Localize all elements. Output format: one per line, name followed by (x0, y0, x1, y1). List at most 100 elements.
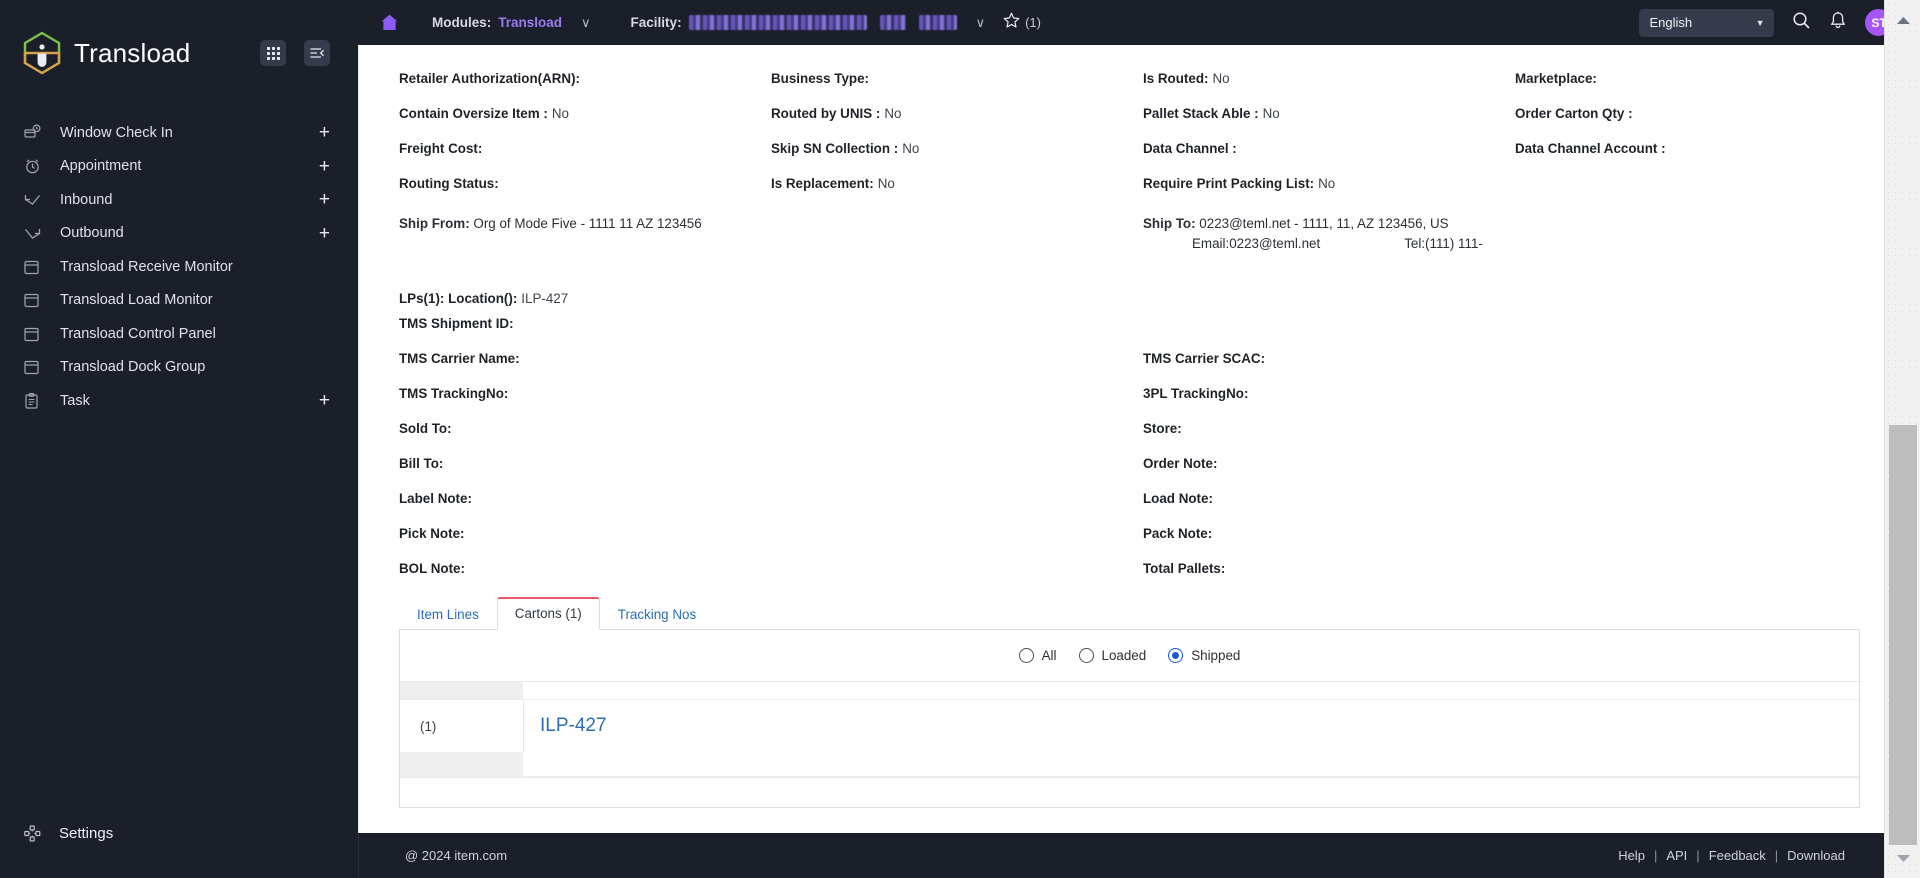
alarm-clock-icon (24, 158, 46, 175)
chevron-down-icon[interactable]: ∨ (976, 16, 986, 29)
sidebar-item-inbound[interactable]: Inbound + (0, 183, 358, 217)
sidebar-item-settings[interactable]: Settings (0, 810, 358, 856)
footer-links: Help | API | Feedback | Download (1609, 848, 1854, 863)
field-business-type: Business Type: (771, 61, 1143, 96)
table-cell-spacer (524, 752, 1859, 777)
footer-link-feedback[interactable]: Feedback (1700, 848, 1775, 863)
scrollbar-thumb[interactable] (1889, 425, 1917, 845)
field-tms-carrier-name: TMS Carrier Name: (399, 341, 1143, 376)
field-value: No (552, 106, 569, 121)
home-icon[interactable] (372, 13, 406, 32)
field-tms-trackingno: TMS TrackingNo: (399, 376, 1143, 411)
field-label: Sold To: (399, 421, 452, 436)
settings-nodes-icon (24, 825, 46, 842)
sidebar-item-transload-load-monitor[interactable]: Transload Load Monitor (0, 284, 358, 318)
radio-circle-selected-icon[interactable] (1168, 648, 1183, 663)
scroll-down-arrow-icon[interactable] (1885, 842, 1920, 874)
table-row-footer (400, 752, 1859, 777)
field-value: No (1318, 176, 1335, 191)
radio-circle-icon[interactable] (1079, 648, 1094, 663)
sidebar-item-transload-dock-group[interactable]: Transload Dock Group (0, 351, 358, 385)
notification-bell-icon[interactable] (1829, 11, 1847, 35)
footer-link-api[interactable]: API (1657, 848, 1696, 863)
field-label: Marketplace: (1515, 71, 1597, 86)
field-pallet-stack-able: Pallet Stack Able :No (1143, 96, 1515, 131)
field-label: Require Print Packing List: (1143, 176, 1314, 191)
ship-to-email: Email:0223@teml.net (1192, 234, 1320, 254)
table-cell-count: (1) (400, 700, 524, 752)
language-value: English (1649, 15, 1692, 30)
field-value: No (884, 106, 901, 121)
sidebar-item-task[interactable]: Task + (0, 384, 358, 418)
language-select[interactable]: English ▼ (1639, 9, 1774, 37)
sidebar-item-window-check-in[interactable]: Window Check In + (0, 116, 358, 150)
field-tms-shipment-id: TMS Shipment ID: (399, 306, 1143, 341)
add-icon[interactable]: + (319, 391, 330, 410)
field-value: No (1263, 106, 1280, 121)
field-label-note: Label Note: (399, 481, 1143, 516)
top-bar-right: English ▼ ST ∨ (1639, 9, 1910, 37)
modules-selector[interactable]: Modules: Transload ∨ (432, 15, 591, 30)
star-outline-icon (1003, 12, 1020, 34)
field-retailer-authorization: Retailer Authorization(ARN): (399, 61, 771, 96)
table-row[interactable]: (1) ILP-427 (400, 700, 1859, 752)
filter-label: All (1042, 648, 1057, 663)
top-bar: Modules: Transload ∨ Facility: ∨ (1) (358, 0, 1920, 45)
sidebar-item-transload-control-panel[interactable]: Transload Control Panel (0, 317, 358, 351)
search-icon[interactable] (1792, 11, 1811, 35)
tab-cartons[interactable]: Cartons (1) (497, 597, 600, 630)
field-value: No (878, 176, 895, 191)
favorite-toggle[interactable]: (1) (1003, 12, 1041, 34)
main-area: Modules: Transload ∨ Facility: ∨ (1) (358, 0, 1920, 878)
field-is-replacement: Is Replacement:No (771, 166, 1143, 201)
filter-radio-shipped[interactable]: Shipped (1168, 648, 1240, 663)
field-label: Label Note: (399, 491, 472, 506)
radio-circle-icon[interactable] (1019, 648, 1034, 663)
field-label: Retailer Authorization(ARN): (399, 71, 580, 86)
field-label: Data Channel Account : (1515, 141, 1666, 156)
scroll-up-arrow-icon[interactable] (1885, 4, 1920, 36)
field-label: BOL Note: (399, 561, 465, 576)
sidebar-item-outbound[interactable]: Outbound + (0, 217, 358, 251)
clipboard-icon (24, 393, 46, 409)
modules-label: Modules: (432, 15, 491, 30)
field-label: Business Type: (771, 71, 869, 86)
field-skip-sn-collection: Skip SN Collection :No (771, 131, 1143, 166)
chevron-down-icon[interactable]: ∨ (581, 16, 591, 29)
field-store: Store: (1143, 411, 1860, 446)
grid-apps-icon[interactable] (260, 40, 286, 66)
ship-to-tel: Tel:(111) 111- (1404, 234, 1483, 254)
filter-radio-loaded[interactable]: Loaded (1079, 648, 1147, 663)
ship-from-label: Ship From: (399, 216, 470, 231)
field-routing-status: Routing Status: (399, 166, 771, 201)
add-icon[interactable]: + (319, 224, 330, 243)
facility-selector[interactable]: Facility: ∨ (631, 15, 986, 30)
footer-link-help[interactable]: Help (1609, 848, 1654, 863)
tab-tracking-nos[interactable]: Tracking Nos (600, 599, 714, 630)
sidebar-item-appointment[interactable]: Appointment + (0, 150, 358, 184)
ship-to-block: Ship To: 0223@teml.net - 1111, 11, AZ 12… (1143, 201, 1860, 254)
field-freight-cost: Freight Cost: (399, 131, 771, 166)
add-icon[interactable]: + (319, 190, 330, 209)
field-label: Is Routed: (1143, 71, 1208, 86)
add-icon[interactable]: + (319, 157, 330, 176)
modules-value: Transload (498, 15, 562, 30)
calendar-icon (24, 359, 46, 375)
footer-link-download[interactable]: Download (1778, 848, 1854, 863)
field-label: Pack Note: (1143, 526, 1212, 541)
field-label: Freight Cost: (399, 141, 482, 156)
page-scrollbar[interactable] (1884, 0, 1920, 878)
field-require-print-packing-list: Require Print Packing List: No (1143, 166, 1860, 201)
filter-label: Shipped (1191, 648, 1240, 663)
field-3pl-trackingno: 3PL TrackingNo: (1143, 376, 1860, 411)
field-sold-to: Sold To: (399, 411, 1143, 446)
filter-radio-all[interactable]: All (1019, 648, 1057, 663)
field-load-note: Load Note: (1143, 481, 1860, 516)
collapse-sidebar-icon[interactable] (304, 40, 330, 66)
carton-link[interactable]: ILP-427 (540, 715, 607, 737)
field-label: Pick Note: (399, 526, 464, 541)
tab-item-lines[interactable]: Item Lines (399, 599, 497, 630)
facility-value-redacted-3 (919, 15, 957, 30)
add-icon[interactable]: + (319, 123, 330, 142)
sidebar-item-transload-receive-monitor[interactable]: Transload Receive Monitor (0, 250, 358, 284)
